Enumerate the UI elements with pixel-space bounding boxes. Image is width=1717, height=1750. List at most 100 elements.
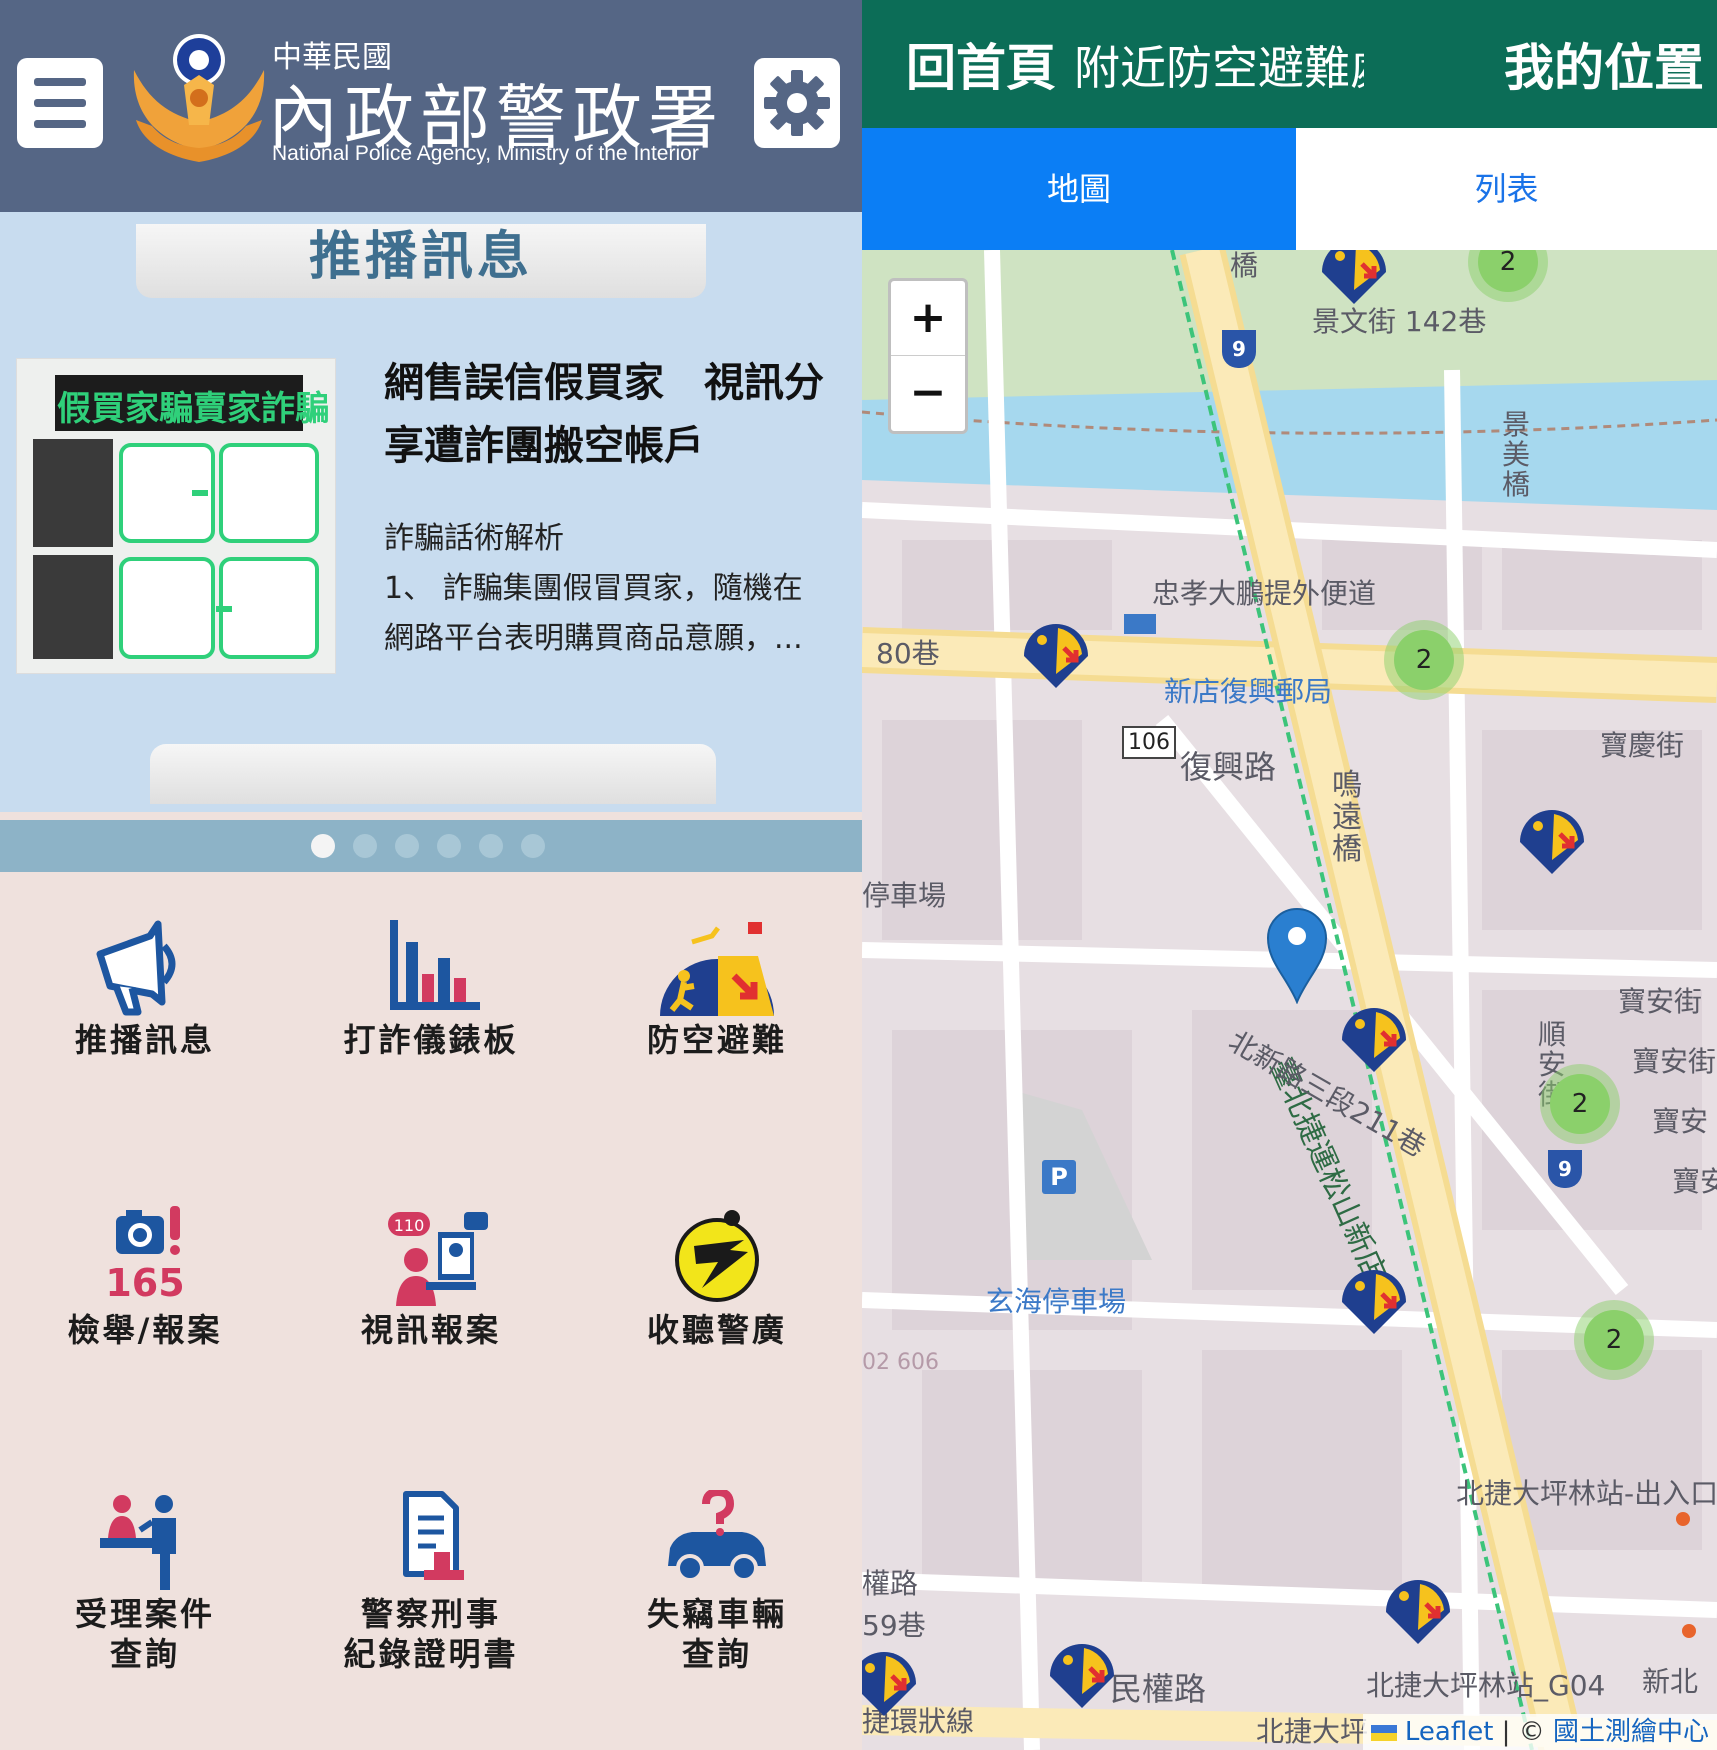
air-raid-shelter-icon: [660, 922, 774, 1016]
menu-video-report[interactable]: 110 視訊報案: [286, 1206, 576, 1350]
shelter-marker[interactable]: [862, 1642, 922, 1722]
menu-police-radio[interactable]: 收聽警廣: [572, 1206, 862, 1350]
zoom-out-button[interactable]: −: [891, 356, 965, 430]
bar-chart-icon: [390, 920, 480, 1010]
news-excerpt-line: 1、 詐騙集團假冒買家，隨機在: [384, 571, 803, 606]
shelter-marker[interactable]: [1336, 1260, 1412, 1340]
shelter-marker-icon: [862, 1652, 916, 1716]
map-label: 寶安: [1652, 1105, 1709, 1138]
carousel-dot[interactable]: [353, 834, 377, 858]
menu-report-165[interactable]: 165 檢舉/報案: [0, 1206, 290, 1350]
hamburger-menu-button[interactable]: [17, 58, 103, 148]
stolen-vehicle-icon: [668, 1487, 766, 1582]
menu-label-line: 失竊車輛: [646, 1595, 787, 1633]
map-label: 北捷大坪林站-出入口: [1456, 1477, 1717, 1510]
map-attribution: Leaflet | © 國土測繪中心: [1362, 1714, 1717, 1750]
home-button[interactable]: 回首頁: [906, 0, 1056, 128]
camera-165-icon: 165: [105, 1206, 185, 1305]
cluster-count: 2: [1394, 630, 1454, 690]
nearby-shelter-button[interactable]: 附近防空避難處所: [1074, 0, 1364, 128]
map-label: 忠孝大鵬提外便道: [1152, 577, 1377, 610]
shelter-nav-bar: 回首頁 附近防空避難處所 我的位置: [862, 0, 1717, 128]
map-label: 寶慶街: [1600, 729, 1685, 762]
cluster-marker[interactable]: 2: [1384, 620, 1464, 700]
news-excerpt-line: 網路平台表明購買商品意願，...: [384, 621, 803, 656]
tab-list[interactable]: 列表: [1296, 128, 1717, 250]
carousel-dot[interactable]: [479, 834, 503, 858]
news-headline-line: 網售誤信假買家 視訊分: [384, 360, 824, 406]
news-excerpt-line: 詐騙話術解析: [384, 521, 564, 556]
menu-stolen-vehicle[interactable]: 失竊車輛 查詢: [572, 1487, 862, 1674]
shelter-marker-icon: [1342, 1008, 1406, 1072]
map-label: 鳴遠橋: [1332, 768, 1362, 867]
carousel-dot[interactable]: [395, 834, 419, 858]
post-office-icon: [1124, 614, 1156, 634]
parking-icon: P: [1042, 1160, 1076, 1194]
cluster-marker[interactable]: 2: [1574, 1300, 1654, 1380]
shelter-map[interactable]: 景文街 142巷 景美橋 忠孝大鵬提外便道 80巷 新店復興郵局 106 復興路…: [862, 250, 1717, 1750]
case-inquiry-icon: [100, 1495, 176, 1590]
carousel-dot[interactable]: [437, 834, 461, 858]
my-location-button[interactable]: 我的位置: [1502, 0, 1704, 128]
menu-label-line: 警察刑事: [360, 1595, 501, 1633]
attribution-separator: | ©: [1493, 1717, 1553, 1747]
logo-english-name: National Police Agency, Ministry of the …: [272, 142, 699, 165]
push-title-tab: 推播訊息: [136, 224, 706, 298]
menu-label-line: 查詢: [681, 1635, 752, 1673]
map-label: 停車場: [862, 879, 947, 912]
zoom-in-button[interactable]: +: [891, 281, 965, 356]
nlsc-link[interactable]: 國土測繪中心: [1553, 1717, 1709, 1747]
menu-anti-fraud-dashboard[interactable]: 打詐儀錶板: [286, 916, 576, 1060]
menu-push-message[interactable]: 推播訊息: [0, 916, 290, 1060]
menu-criminal-record[interactable]: 警察刑事 紀錄證明書: [286, 1490, 576, 1674]
shelter-map-screen: 回首頁 附近防空避難處所 我的位置 地圖 列表: [862, 0, 1717, 1750]
carousel-dot[interactable]: [311, 834, 335, 858]
map-label: 北捷大坪: [1256, 1715, 1369, 1748]
thumbnail-caption: 假買家騙賣家詐騙: [57, 389, 329, 429]
map-label: 新店復興郵局: [1164, 675, 1333, 708]
shelter-marker-icon: [1050, 1644, 1114, 1708]
icon-110-text: 110: [394, 1216, 425, 1235]
map-label: 玄海停車場: [986, 1285, 1127, 1318]
map-label: 北捷大坪林站_G04: [1366, 1669, 1606, 1702]
police-radio-icon: [675, 1210, 759, 1302]
map-label: 02 606: [862, 1350, 939, 1375]
police-emblem-logo: [133, 34, 265, 162]
shelter-marker[interactable]: [1336, 998, 1412, 1078]
route-9-shield: 9: [1222, 330, 1256, 368]
map-label: 寶安街: [1618, 985, 1703, 1018]
news-headline[interactable]: 網售誤信假買家 視訊分 享遭詐團搬空帳戶: [384, 352, 846, 478]
menu-label-line: 受理案件: [74, 1595, 215, 1633]
map-label: 寶安街: [1632, 1045, 1717, 1078]
shelter-marker[interactable]: [1316, 250, 1392, 310]
carousel-bottom-tab: [150, 744, 716, 804]
news-thumbnail[interactable]: 假買家騙賣家詐騙: [16, 358, 336, 674]
shelter-marker[interactable]: [1380, 1570, 1456, 1650]
shelter-marker[interactable]: [1044, 1634, 1120, 1714]
menu-air-raid-shelter[interactable]: 防空避難: [572, 916, 862, 1060]
zoom-control: + −: [888, 278, 968, 434]
push-section-title: 推播訊息: [308, 227, 533, 287]
my-location-pin-icon[interactable]: [1266, 906, 1328, 1004]
map-label: 復興路: [1180, 748, 1277, 786]
carousel-pagination: [0, 820, 862, 872]
shelter-marker[interactable]: [1018, 614, 1094, 694]
shelter-marker[interactable]: [1514, 800, 1590, 880]
station-exit-icon: [1676, 1512, 1690, 1526]
icon-165-text: 165: [105, 1261, 184, 1305]
settings-button[interactable]: [754, 58, 840, 148]
shelter-marker-icon: [1386, 1580, 1450, 1644]
carousel-dot[interactable]: [521, 834, 545, 858]
menu-label-line: 查詢: [109, 1635, 180, 1673]
menu-case-inquiry[interactable]: 受理案件 查詢: [0, 1490, 290, 1674]
leaflet-link[interactable]: Leaflet: [1405, 1717, 1494, 1747]
map-label: 59巷: [862, 1609, 926, 1642]
tab-map[interactable]: 地圖: [862, 128, 1296, 250]
menu-label: 打詐儀錶板: [343, 1021, 519, 1059]
video-report-icon: 110: [388, 1212, 488, 1306]
menu-label: 收聽警廣: [646, 1311, 787, 1349]
cluster-marker[interactable]: 2: [1540, 1064, 1620, 1144]
map-label: 民權路: [1110, 1670, 1207, 1708]
ukraine-flag-icon: [1370, 1724, 1397, 1741]
menu-label: 視訊報案: [360, 1311, 501, 1349]
